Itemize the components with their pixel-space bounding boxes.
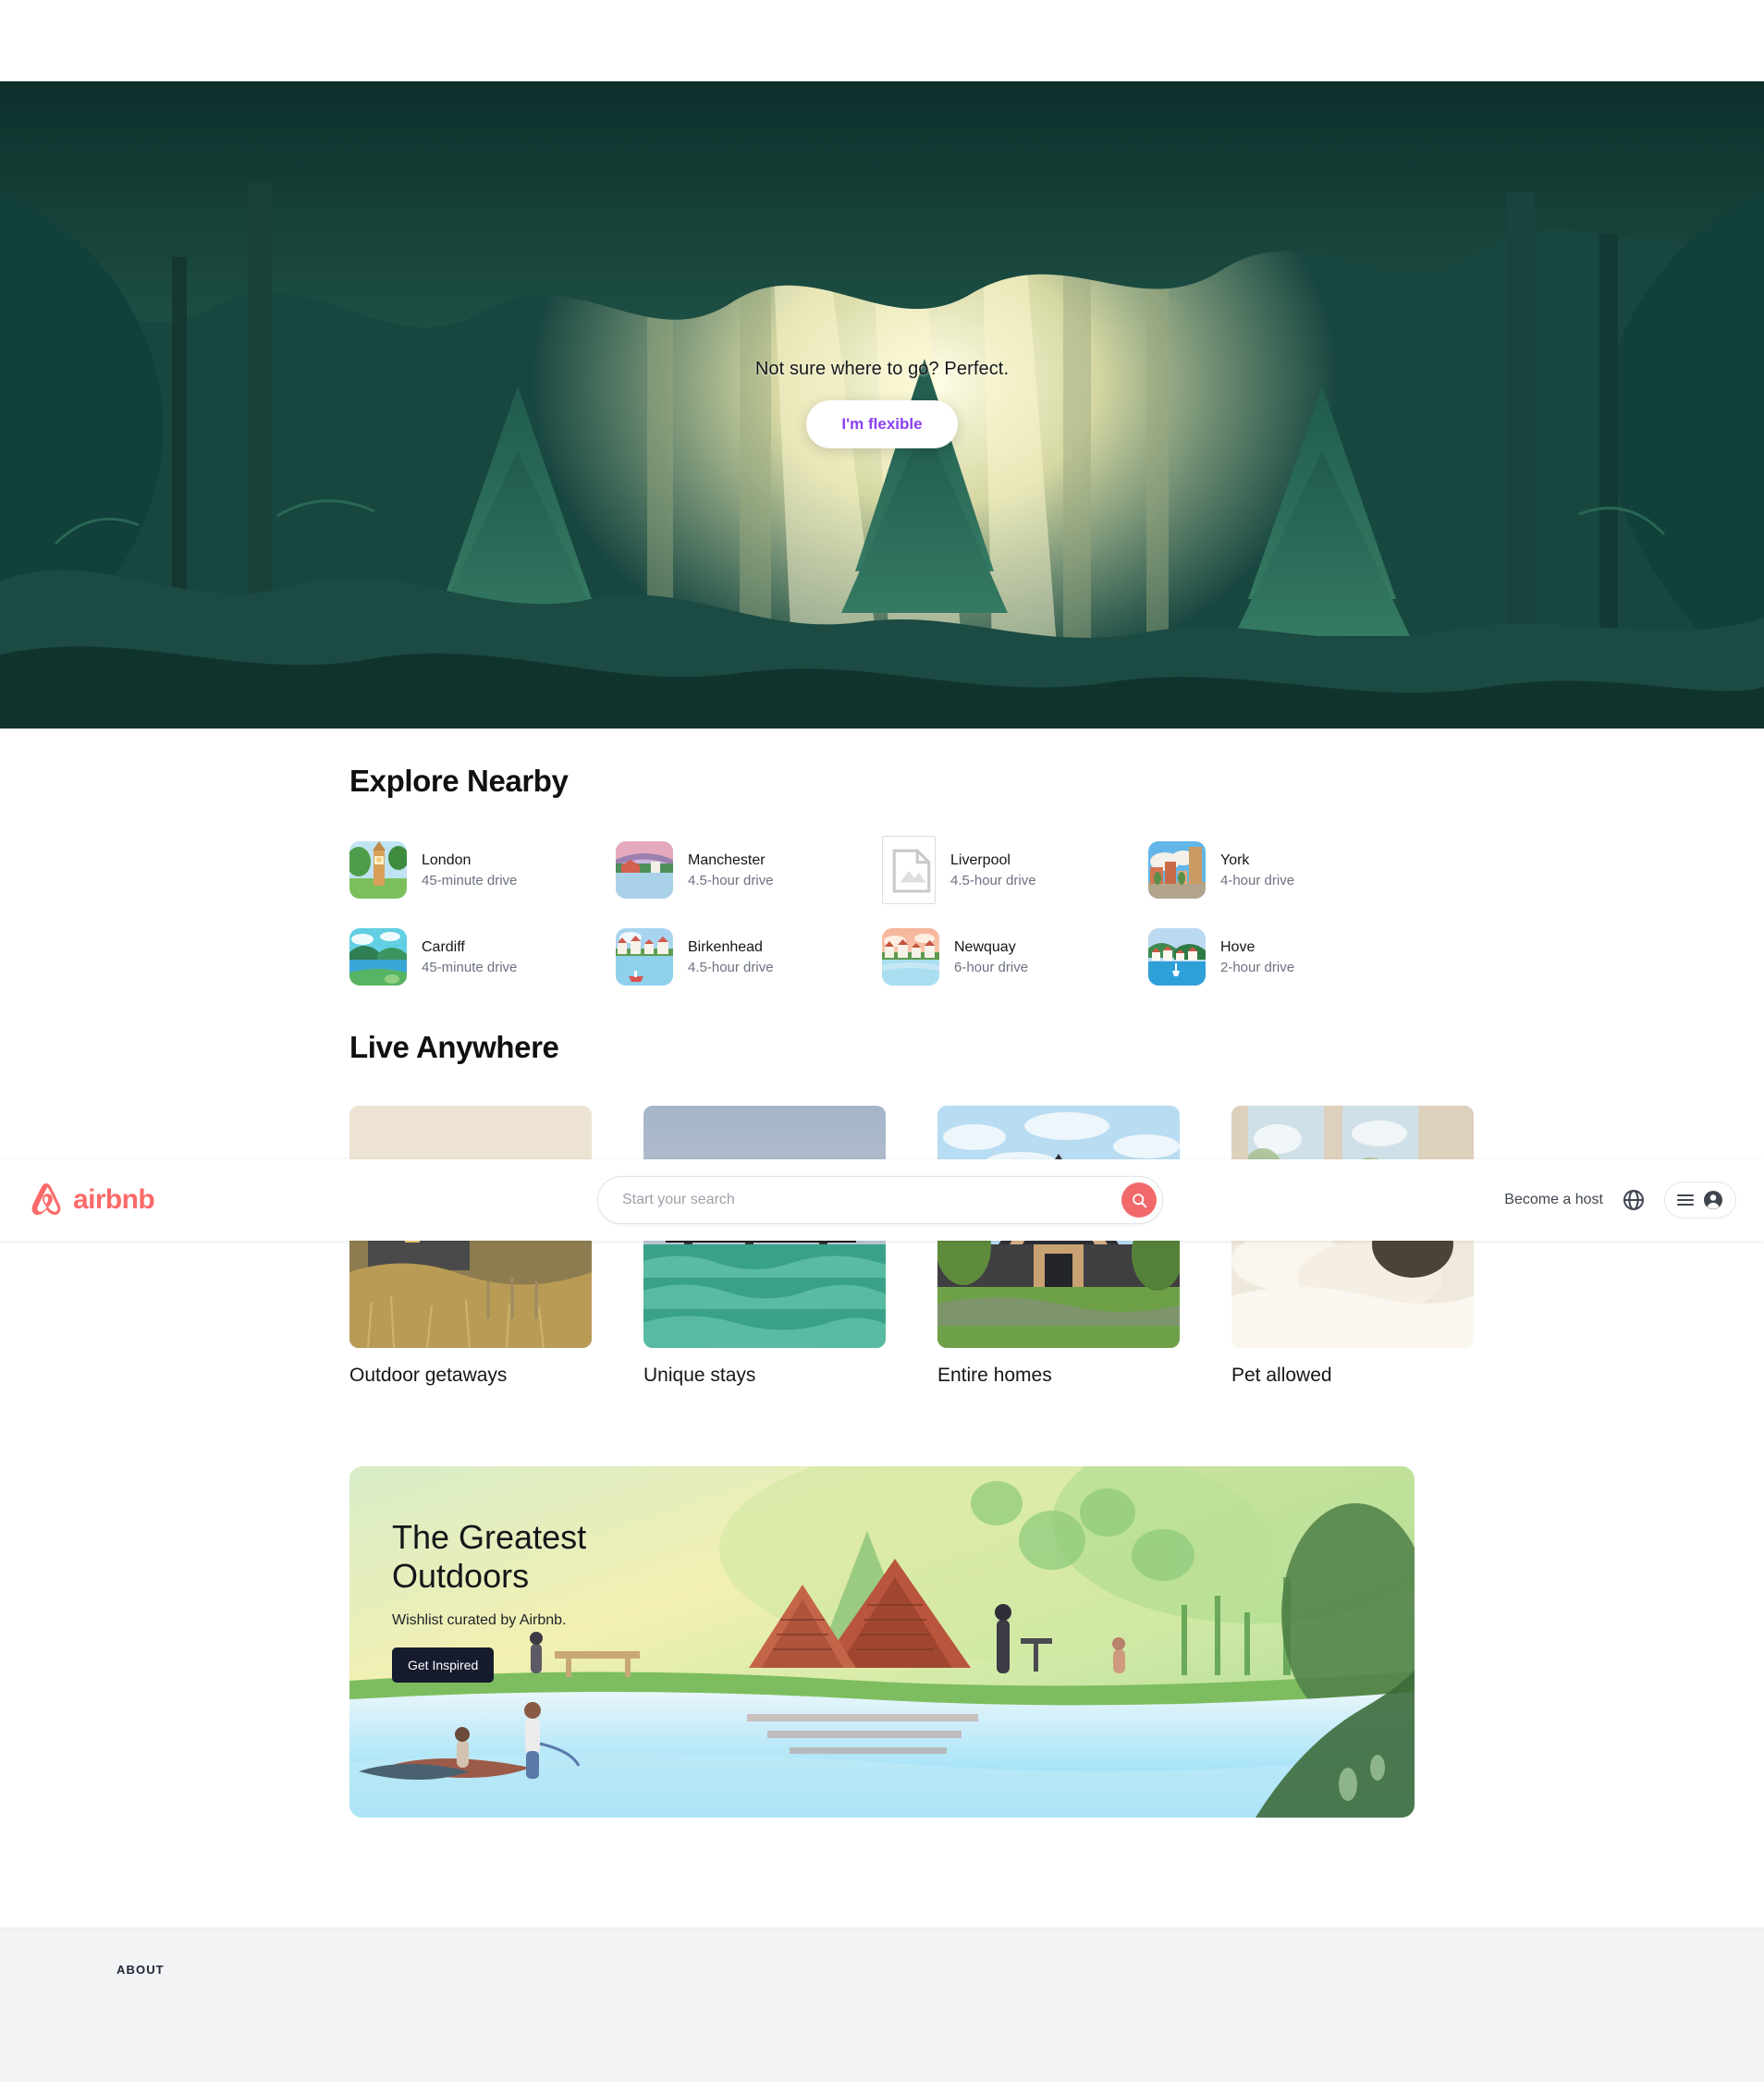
search-icon (1132, 1193, 1146, 1207)
promo-figure-canoe (455, 1727, 470, 1768)
search-button[interactable] (1121, 1182, 1157, 1218)
live-anywhere-title: Live Anywhere (349, 1030, 559, 1064)
city-text: Birkenhead 4.5-hour drive (688, 939, 774, 975)
city-name: Newquay (954, 938, 1016, 955)
globe-icon[interactable] (1622, 1188, 1646, 1212)
hero-caption: Not sure where to go? Perfect. (754, 359, 1010, 379)
promo-title-line1: The Greatest (392, 1518, 587, 1556)
greatest-outdoors-promo[interactable]: The Greatest Outdoors Wishlist curated b… (349, 1466, 1415, 1818)
promo-figure-walking (524, 1702, 541, 1779)
city-text: Liverpool 4.5-hour drive (950, 852, 1036, 888)
live-anywhere-grid: Outdoor getaways Unique stays Entire hom… (349, 1106, 1474, 1387)
im-flexible-button[interactable]: I'm flexible (806, 400, 958, 448)
promo-title-line2: Outdoors (392, 1556, 530, 1595)
city-name: Hove (1220, 938, 1256, 955)
city-distance: 4-hour drive (1220, 872, 1295, 888)
explore-nearby-title: Explore Nearby (349, 764, 569, 798)
airbnb-wordmark: airbnb (73, 1184, 155, 1215)
search-input[interactable] (622, 1192, 1121, 1208)
city-name: Liverpool (950, 851, 1011, 868)
promo-title: The Greatest Outdoors (392, 1518, 799, 1596)
live-card-label: Pet allowed (1231, 1365, 1332, 1386)
promo-figure-seated-right (1112, 1637, 1125, 1673)
city-card-cardiff[interactable]: Cardiff 45-minute drive (349, 928, 616, 986)
city-distance: 45-minute drive (422, 872, 518, 888)
live-card-label: Outdoor getaways (349, 1365, 508, 1386)
city-name: York (1220, 851, 1250, 868)
city-distance: 2-hour drive (1220, 959, 1295, 975)
navbar-right: Become a host (1504, 1182, 1736, 1219)
city-distance: 4.5-hour drive (688, 872, 774, 888)
city-text: Cardiff 45-minute drive (422, 939, 517, 975)
user-avatar-icon (1704, 1191, 1722, 1209)
broken-image-glyph (892, 849, 931, 893)
manchester-thumb (616, 841, 673, 899)
city-distance: 4.5-hour drive (950, 872, 1036, 888)
city-text: York 4-hour drive (1220, 852, 1294, 888)
airbnb-bélo-icon (31, 1183, 61, 1215)
city-card-hove[interactable]: Hove 2-hour drive (1148, 928, 1415, 986)
city-distance: 4.5-hour drive (688, 959, 774, 975)
birkenhead-thumb (616, 928, 673, 986)
city-distance: 6-hour drive (954, 959, 1029, 975)
city-card-liverpool[interactable]: Liverpool 4.5-hour drive (882, 836, 1148, 904)
live-card-label: Unique stays (643, 1365, 756, 1386)
main-content: Explore Nearby London 45-minute drive Ma… (349, 729, 1474, 1818)
search-bar[interactable] (597, 1176, 1163, 1224)
city-text: Hove 2-hour drive (1220, 939, 1294, 975)
city-text: Newquay 6-hour drive (954, 939, 1028, 975)
cardiff-thumb (349, 928, 407, 986)
broken-image-icon (882, 836, 936, 904)
footer (0, 1928, 1764, 2082)
city-card-london[interactable]: London 45-minute drive (349, 836, 616, 904)
city-card-york[interactable]: York 4-hour drive (1148, 836, 1415, 904)
live-card-outdoor-getaways[interactable]: Outdoor getaways (349, 1106, 592, 1387)
become-a-host-link[interactable]: Become a host (1504, 1192, 1603, 1208)
user-menu-button[interactable] (1664, 1182, 1736, 1219)
live-card-entire-homes[interactable]: Entire homes (937, 1106, 1180, 1387)
hamburger-icon (1677, 1194, 1694, 1206)
footer-about-heading: ABOUT (116, 1963, 165, 1977)
hero-banner: Not sure where to go? Perfect. I'm flexi… (0, 81, 1764, 729)
live-card-pet-allowed[interactable]: Pet allowed (1231, 1106, 1474, 1387)
hove-thumb (1148, 928, 1206, 986)
city-text: Manchester 4.5-hour drive (688, 852, 774, 888)
city-text: London 45-minute drive (422, 852, 517, 888)
york-thumb (1148, 841, 1206, 899)
newquay-thumb (882, 928, 939, 986)
city-card-birkenhead[interactable]: Birkenhead 4.5-hour drive (616, 928, 882, 986)
city-name: Manchester (688, 851, 766, 868)
navbar: airbnb Become a host (0, 1159, 1764, 1241)
city-distance: 45-minute drive (422, 959, 518, 975)
explore-nearby-grid: London 45-minute drive Manchester 4.5-ho… (349, 836, 1415, 986)
city-name: Birkenhead (688, 938, 763, 955)
live-card-unique-stays[interactable]: Unique stays (643, 1106, 886, 1387)
get-inspired-button[interactable]: Get Inspired (392, 1647, 495, 1683)
city-name: Cardiff (422, 938, 465, 955)
airbnb-logo[interactable]: airbnb (28, 1181, 155, 1219)
city-card-newquay[interactable]: Newquay 6-hour drive (882, 928, 1148, 986)
city-name: London (422, 851, 472, 868)
london-thumb (349, 841, 407, 899)
top-strip (0, 0, 1764, 81)
live-card-label: Entire homes (937, 1365, 1052, 1386)
city-card-manchester[interactable]: Manchester 4.5-hour drive (616, 836, 882, 904)
promo-content: The Greatest Outdoors Wishlist curated b… (392, 1518, 799, 1683)
promo-subtitle: Wishlist curated by Airbnb. (392, 1611, 567, 1628)
